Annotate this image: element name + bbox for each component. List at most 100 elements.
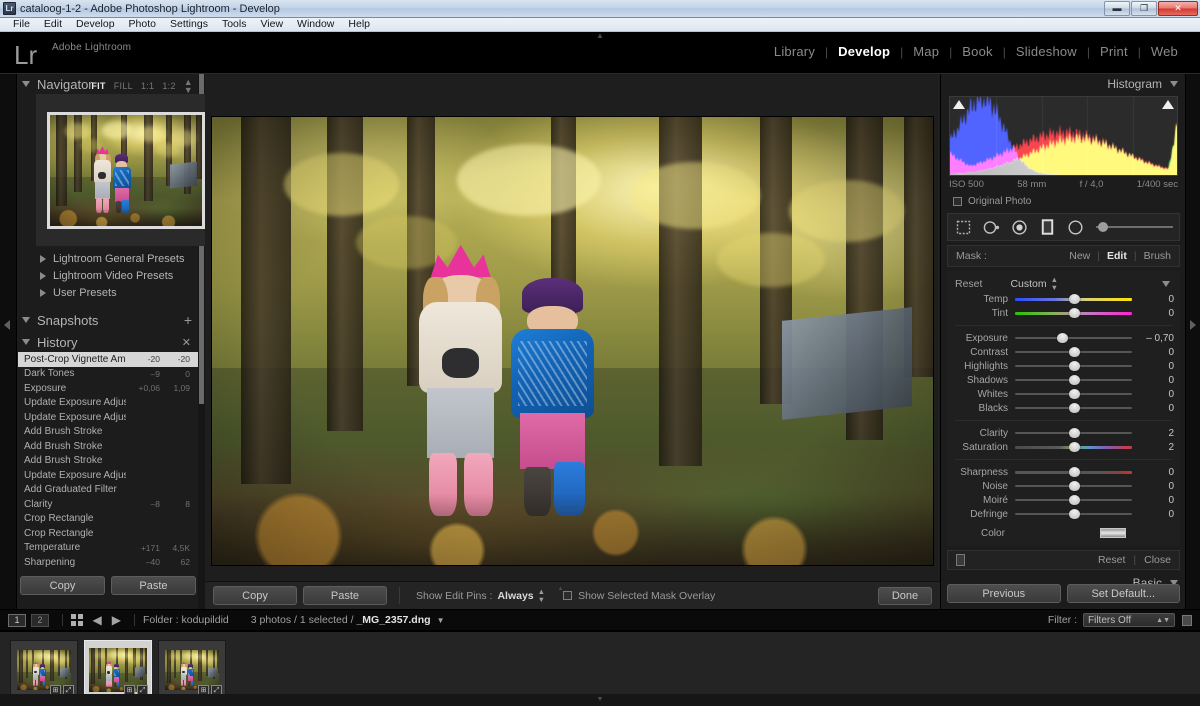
minimize-button[interactable]: ▬ (1104, 1, 1130, 16)
slider-knob[interactable] (1068, 495, 1080, 505)
menu-photo[interactable]: Photo (122, 18, 163, 31)
color-swatch[interactable] (1100, 528, 1126, 538)
page-button-1[interactable]: 1 (8, 613, 26, 627)
panel-reset-button[interactable]: Reset (1098, 554, 1125, 566)
slider-knob[interactable] (1068, 375, 1080, 385)
effect-stepper[interactable]: ▲ ▼ (1051, 276, 1058, 292)
history-item[interactable]: Temperature +171 4,5K (18, 541, 198, 556)
mask-new-button[interactable]: New (1069, 250, 1090, 262)
bottom-panel-handle[interactable]: ▼ (0, 694, 1200, 706)
shadow-clipping-indicator[interactable] (953, 100, 965, 109)
toolbar-handle[interactable] (558, 581, 588, 586)
slider-track[interactable] (1015, 332, 1132, 344)
paste-settings-button[interactable]: Paste (303, 586, 387, 605)
add-snapshot-button[interactable]: + (184, 312, 192, 328)
slider-track[interactable] (1015, 508, 1132, 520)
slider-clarity[interactable]: Clarity 2 (947, 426, 1180, 440)
original-photo-toggle[interactable]: Original Photo (953, 196, 1178, 207)
history-item[interactable]: Update Exposure Adjustment (18, 396, 198, 411)
slider-exposure[interactable]: Exposure – 0,70 (947, 331, 1180, 345)
top-panel-handle[interactable]: ▲ (583, 32, 617, 40)
clear-history-button[interactable]: ✕ (182, 336, 191, 349)
menu-window[interactable]: Window (290, 18, 341, 31)
thumbnail-3[interactable]: ⊞ ⤢ (158, 640, 226, 700)
page-button-2[interactable]: 2 (31, 613, 49, 627)
close-button[interactable]: ✕ (1158, 1, 1198, 16)
menu-file[interactable]: File (6, 18, 37, 31)
slider-value[interactable]: 2 (1132, 428, 1174, 439)
history-item[interactable]: Update Exposure Adjustment (18, 410, 198, 425)
slider-track[interactable] (1015, 402, 1132, 414)
show-edit-pins-stepper[interactable]: ▲ ▼ (538, 587, 545, 604)
thumbnail-2[interactable]: ⊞ ⤢ (84, 640, 152, 700)
slider-knob[interactable] (1068, 403, 1080, 413)
history-item[interactable]: Add Brush Stroke (18, 425, 198, 440)
slider-whites[interactable]: Whites 0 (947, 387, 1180, 401)
slider-temp[interactable]: Temp 0 (947, 292, 1180, 306)
slider-value[interactable]: 0 (1132, 361, 1174, 372)
previous-button[interactable]: Previous (947, 584, 1061, 603)
zoom-1-1[interactable]: 1:1 (141, 81, 154, 91)
filter-toggle-icon[interactable] (1182, 614, 1192, 626)
slider-tint[interactable]: Tint 0 (947, 306, 1180, 320)
slider-value[interactable]: 0 (1132, 403, 1174, 414)
mask-brush-button[interactable]: Brush (1144, 250, 1171, 262)
history-item[interactable]: Exposure +0,06 1,09 (18, 381, 198, 396)
slider-value[interactable]: 0 (1132, 294, 1174, 305)
file-dropdown-icon[interactable]: ▼ (437, 616, 445, 625)
slider-knob[interactable] (1068, 428, 1080, 438)
zoom-1-2[interactable]: 1:2 (162, 81, 175, 91)
menu-view[interactable]: View (253, 18, 290, 31)
radial-filter-tool[interactable] (1066, 218, 1084, 236)
module-map[interactable]: Map (903, 44, 949, 59)
slider-value[interactable]: 0 (1132, 308, 1174, 319)
set-default-button[interactable]: Set Default... (1066, 584, 1180, 603)
history-header[interactable]: History ✕ (18, 332, 198, 352)
slider-defringe[interactable]: Defringe 0 (947, 507, 1180, 521)
slider-track[interactable] (1015, 360, 1132, 372)
highlight-clipping-indicator[interactable] (1162, 100, 1174, 109)
slider-track[interactable] (1015, 441, 1132, 453)
slider-track[interactable] (1015, 374, 1132, 386)
menu-edit[interactable]: Edit (37, 18, 69, 31)
history-item[interactable]: Add Brush Stroke (18, 454, 198, 469)
slider-knob[interactable] (1068, 361, 1080, 371)
preset-group-video[interactable]: Lightroom Video Presets (18, 267, 198, 284)
slider-knob[interactable] (1068, 347, 1080, 357)
back-arrow-icon[interactable]: ◀ (93, 613, 102, 627)
slider-knob[interactable] (1068, 389, 1080, 399)
slider-track[interactable] (1015, 480, 1132, 492)
navigator-header[interactable]: Navigator FIT FILL 1:1 1:2 ▲ ▼ (18, 74, 198, 95)
thumbnail-1[interactable]: ⊞ ⤢ (10, 640, 78, 700)
copy-settings-button[interactable]: Copy (213, 586, 297, 605)
slider-knob[interactable] (1068, 442, 1080, 452)
slider-value[interactable]: 0 (1132, 509, 1174, 520)
history-item[interactable]: Dark Tones –9 0 (18, 367, 198, 382)
right-panel-collapse[interactable] (1185, 74, 1200, 609)
slider-track[interactable] (1015, 346, 1132, 358)
done-button[interactable]: Done (878, 586, 932, 605)
slider-track[interactable] (1015, 427, 1132, 439)
slider-track[interactable] (1015, 293, 1132, 305)
module-library[interactable]: Library (764, 44, 825, 59)
slider-knob[interactable] (1056, 333, 1068, 343)
reset-link[interactable]: Reset (955, 278, 982, 290)
slider-value[interactable]: 0 (1132, 495, 1174, 506)
slider-knob[interactable] (1068, 481, 1080, 491)
mask-overlay-checkbox[interactable]: Show Selected Mask Overlay (563, 590, 715, 602)
menu-help[interactable]: Help (341, 18, 377, 31)
slider-track[interactable] (1015, 466, 1132, 478)
red-eye-tool[interactable] (1010, 218, 1028, 236)
slider-sharpness[interactable]: Sharpness 0 (947, 465, 1180, 479)
zoom-fit[interactable]: FIT (91, 81, 105, 91)
mask-edit-button[interactable]: Edit (1107, 250, 1127, 262)
histogram-chart[interactable] (949, 96, 1178, 176)
slider-value[interactable]: 2 (1132, 442, 1174, 453)
module-web[interactable]: Web (1141, 44, 1188, 59)
module-slideshow[interactable]: Slideshow (1006, 44, 1087, 59)
panel-close-button[interactable]: Close (1144, 554, 1171, 566)
zoom-stepper[interactable]: ▲ ▼ (184, 78, 193, 95)
crop-overlay-tool[interactable] (954, 218, 972, 236)
grid-view-icon[interactable] (71, 614, 83, 626)
menu-develop[interactable]: Develop (69, 18, 122, 31)
